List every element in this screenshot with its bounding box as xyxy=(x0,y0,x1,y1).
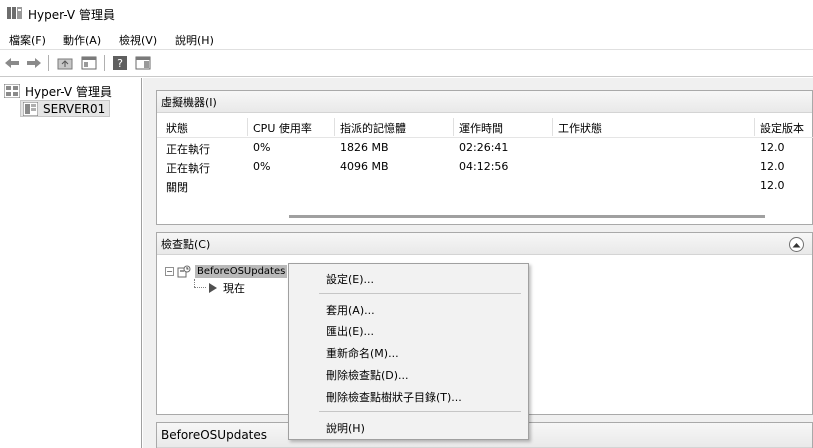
column-divider[interactable] xyxy=(334,118,335,136)
toolbar: ? xyxy=(0,50,813,77)
now-label: 現在 xyxy=(223,282,245,295)
cell-version: 12.0 xyxy=(760,160,785,173)
show-hide-console-tree-icon[interactable] xyxy=(80,54,98,72)
back-arrow-icon[interactable] xyxy=(3,54,21,72)
vm-table-header: 狀態 CPU 使用率 指派的記憶體 運作時間 工作狀態 設定版本 xyxy=(157,116,813,138)
menu-help[interactable]: 說明(H) xyxy=(175,32,214,48)
toolbar-separator xyxy=(48,55,49,71)
pane-splitter[interactable] xyxy=(143,78,150,448)
cell-memory: 4096 MB xyxy=(340,160,389,173)
checkpoint-context-menu: 設定(E)... 套用(A)... 匯出(E)... 重新命名(M)... 刪除… xyxy=(288,263,529,440)
action-pane-icon[interactable] xyxy=(134,54,152,72)
checkpoints-header: 檢查點(C) xyxy=(157,233,812,255)
table-row[interactable]: 關閉 12.0 xyxy=(157,176,813,195)
virtual-machines-title: 虛擬機器(I) xyxy=(161,95,217,109)
cell-cpu: 0% xyxy=(253,160,271,173)
col-task-status[interactable]: 工作狀態 xyxy=(554,120,602,138)
menu-item-settings[interactable]: 設定(E)... xyxy=(326,271,374,287)
col-config-version[interactable]: 設定版本 xyxy=(756,120,804,138)
cell-uptime: 04:12:56 xyxy=(459,160,509,173)
menu-item-rename[interactable]: 重新命名(M)... xyxy=(326,345,399,361)
horizontal-scrollbar[interactable] xyxy=(289,215,765,218)
tree-expander[interactable]: − xyxy=(165,266,174,276)
toolbar-separator xyxy=(104,55,105,71)
checkpoint-name[interactable]: BeforeOSUpdates xyxy=(195,264,288,278)
svg-text:?: ? xyxy=(117,57,123,70)
navigation-pane: Hyper-V 管理員 SERVER01 xyxy=(0,78,142,448)
col-assigned-memory[interactable]: 指派的記憶體 xyxy=(336,120,406,138)
menu-item-delete-subtree[interactable]: 刪除檢查點樹狀子目錄(T)... xyxy=(326,389,462,405)
window-title: Hyper-V 管理員 xyxy=(28,8,115,22)
details-title: BeforeOSUpdates xyxy=(161,428,268,442)
nav-root-label: Hyper-V 管理員 xyxy=(25,84,112,99)
column-divider[interactable] xyxy=(453,118,454,136)
tree-connector xyxy=(194,279,195,287)
column-divider[interactable] xyxy=(247,118,248,136)
tree-connector xyxy=(194,287,206,288)
cell-version: 12.0 xyxy=(760,141,785,154)
column-divider[interactable] xyxy=(552,118,553,136)
checkpoint-tree-node[interactable]: − BeforeOSUpdates xyxy=(165,264,288,278)
title-bar: Hyper-V 管理員 xyxy=(0,0,813,28)
forward-arrow-icon[interactable] xyxy=(25,54,43,72)
help-icon[interactable]: ? xyxy=(111,54,129,72)
menu-item-help[interactable]: 說明(H) xyxy=(326,420,365,436)
chevron-up-icon xyxy=(792,242,801,247)
column-divider[interactable] xyxy=(754,118,755,136)
col-uptime[interactable]: 運作時間 xyxy=(455,120,503,138)
hyper-v-manager-icon xyxy=(4,84,20,98)
tree-now-node[interactable]: 現在 xyxy=(209,281,245,295)
col-status[interactable]: 狀態 xyxy=(162,120,188,138)
menu-item-apply[interactable]: 套用(A)... xyxy=(326,302,375,318)
collapse-button[interactable] xyxy=(789,237,804,252)
cell-version: 12.0 xyxy=(760,179,785,192)
menu-view[interactable]: 檢視(V) xyxy=(119,32,157,48)
cell-memory: 1826 MB xyxy=(340,141,389,154)
table-row[interactable]: 正在執行 0% 4096 MB 04:12:56 12.0 xyxy=(157,157,813,176)
server-icon xyxy=(23,101,38,116)
menu-separator xyxy=(319,293,521,294)
cell-uptime: 02:26:41 xyxy=(459,141,509,154)
virtual-machines-header: 虛擬機器(I) xyxy=(157,91,812,113)
menu-file[interactable]: 檔案(F) xyxy=(9,32,46,48)
nav-server-item[interactable]: SERVER01 xyxy=(20,100,111,117)
table-row[interactable]: 正在執行 0% 1826 MB 02:26:41 12.0 xyxy=(157,138,813,157)
play-arrow-icon xyxy=(209,283,217,293)
menu-separator xyxy=(319,411,521,412)
menu-item-delete-checkpoint[interactable]: 刪除檢查點(D)... xyxy=(326,367,409,383)
hyper-v-app-icon xyxy=(7,7,22,19)
cell-cpu: 0% xyxy=(253,141,271,154)
checkpoints-title: 檢查點(C) xyxy=(161,237,211,251)
nav-root-hyper-v-manager[interactable]: Hyper-V 管理員 xyxy=(4,83,112,99)
virtual-machines-panel: 虛擬機器(I) 狀態 CPU 使用率 指派的記憶體 運作時間 工作狀態 設定版本… xyxy=(156,90,813,225)
vm-table: 狀態 CPU 使用率 指派的記憶體 運作時間 工作狀態 設定版本 正在執行 0%… xyxy=(157,116,813,195)
menu-bar: 檔案(F) 動作(A) 檢視(V) 說明(H) xyxy=(0,28,813,50)
col-cpu-usage[interactable]: CPU 使用率 xyxy=(249,120,312,138)
menu-item-export[interactable]: 匯出(E)... xyxy=(326,323,374,339)
checkpoint-icon xyxy=(177,265,191,277)
up-folder-icon[interactable] xyxy=(56,54,74,72)
cell-status: 關閉 xyxy=(166,181,188,194)
menu-action[interactable]: 動作(A) xyxy=(63,32,101,48)
cell-status: 正在執行 xyxy=(166,162,210,175)
cell-status: 正在執行 xyxy=(166,143,210,156)
nav-server-label: SERVER01 xyxy=(43,101,106,116)
